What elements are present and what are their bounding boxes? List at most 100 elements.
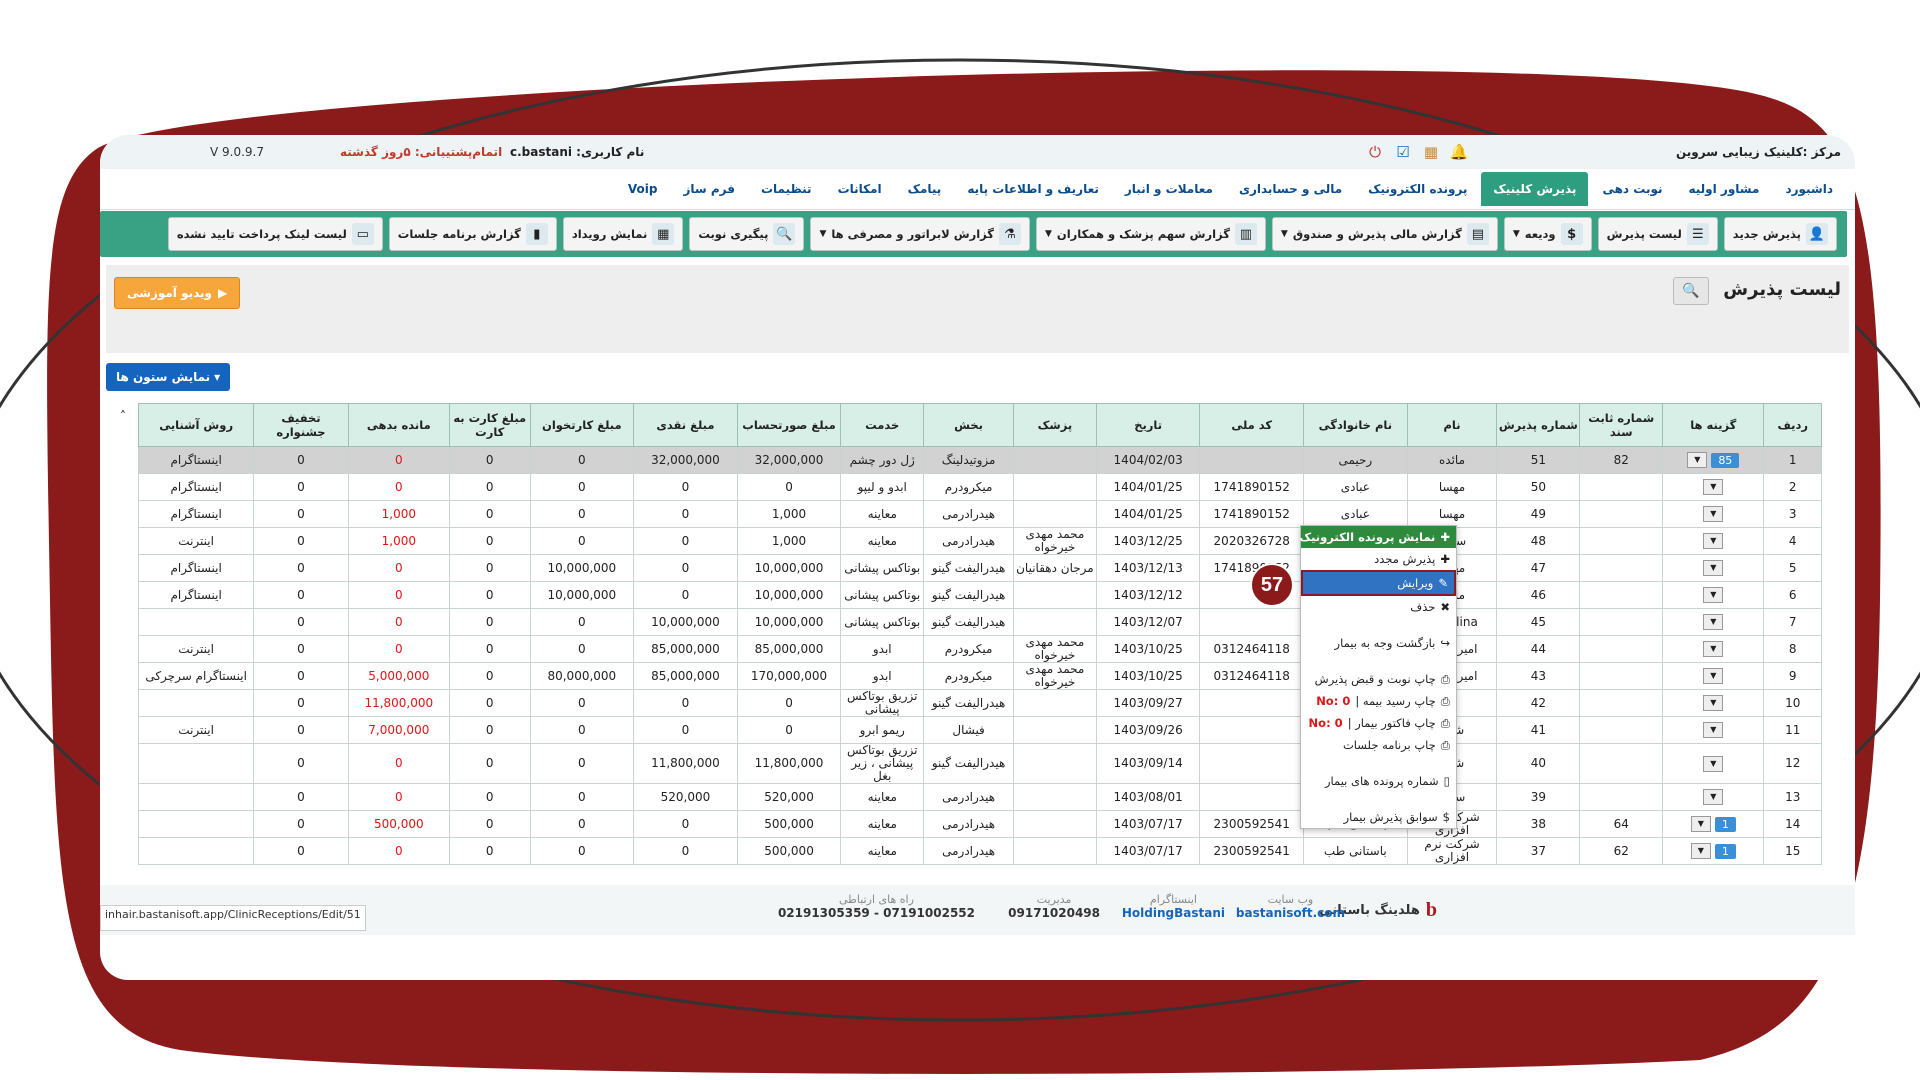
- column-header[interactable]: مبلغ صورتحساب: [736, 403, 842, 447]
- show-columns-button[interactable]: ▾ نمایش ستون ها: [106, 363, 231, 391]
- table-row[interactable]: 7▼45angelina1403/12/07هیدرالیفت گینوبوتا…: [137, 608, 1822, 636]
- column-header[interactable]: روش آشنایی: [137, 403, 255, 447]
- row-options[interactable]: ▼: [1665, 722, 1761, 738]
- row-options-dropdown-icon[interactable]: ▼: [1703, 755, 1724, 772]
- row-options[interactable]: ▼: [1665, 789, 1761, 805]
- row-options[interactable]: ▼: [1665, 479, 1761, 495]
- table-row[interactable]: 11▼41شیماسلیمی1403/09/26فیشالریمو ابرو00…: [137, 716, 1822, 744]
- menu-re-reception[interactable]: ✚ پذیرش مجدد: [1301, 548, 1456, 570]
- calendar-check-icon[interactable]: ☑: [1392, 141, 1414, 163]
- nav-definitions[interactable]: تعاریف و اطلاعات پایه: [955, 172, 1111, 206]
- instagram-link[interactable]: HoldingBastani: [1122, 906, 1225, 920]
- column-header[interactable]: نام خانوادگی: [1303, 403, 1408, 447]
- nav-finance[interactable]: مالی و حسابداری: [1227, 172, 1354, 206]
- row-options-dropdown-icon[interactable]: ▼: [1690, 816, 1711, 832]
- search-button[interactable]: 🔍: [1673, 277, 1709, 305]
- nav-clinic-reception[interactable]: پذیرش کلینیک: [1481, 172, 1589, 206]
- show-event-button[interactable]: ▦ نمایش رویداد: [562, 217, 684, 251]
- column-header[interactable]: مبلغ نقدی: [633, 403, 738, 447]
- menu-delete[interactable]: ✖ حذف: [1301, 596, 1456, 618]
- column-header[interactable]: ردیف: [1763, 403, 1822, 447]
- row-options[interactable]: 1 ▼: [1665, 843, 1761, 859]
- column-header[interactable]: تاریخ: [1095, 403, 1201, 447]
- table-row[interactable]: 2 ▼ 50 مهسا عبادی 1741890152 1404/01/25 میکرودر…: [137, 473, 1822, 501]
- row-options[interactable]: ▼: [1665, 755, 1761, 772]
- row-options-dropdown-icon[interactable]: ▼: [1703, 587, 1724, 603]
- column-header[interactable]: تخفیف جشنواره: [253, 403, 349, 447]
- power-icon[interactable]: ⏻: [1364, 141, 1386, 163]
- lab-report-button[interactable]: ⚗ گزارش لابراتور و مصرفی ها ▼: [810, 217, 1030, 251]
- menu-reception-history[interactable]: $ سوابق پذیرش بیمار: [1301, 806, 1456, 828]
- table-row[interactable]: 6▼46مائدهرحیمی1403/12/12هیدرالیفت گینوبو…: [137, 581, 1822, 609]
- table-row[interactable]: 1 85 ▼ 82 51 مائده رحیمی 1404/02/03 مزوتیدلینگ ژل…: [137, 446, 1822, 474]
- menu-record-numbers[interactable]: ▯ شماره پرونده های بیمار: [1301, 770, 1456, 792]
- nav-e-record[interactable]: پرونده الکترونیک: [1356, 172, 1479, 206]
- row-options[interactable]: 85 ▼: [1665, 452, 1761, 468]
- website-link[interactable]: bastanisoft.com: [1236, 906, 1345, 920]
- table-row[interactable]: 12▼40شیماسلیمی1403/09/14هیدرالیفت گینوتز…: [137, 743, 1822, 784]
- nav-features[interactable]: امکانات: [826, 172, 894, 206]
- calendar-icon[interactable]: ▦: [1420, 141, 1442, 163]
- row-badge[interactable]: 1: [1714, 843, 1736, 859]
- row-options-dropdown-icon[interactable]: ▼: [1703, 614, 1724, 630]
- row-options[interactable]: ▼: [1665, 668, 1761, 684]
- nav-dashboard[interactable]: داشبورد: [1773, 172, 1845, 206]
- row-options-dropdown-icon[interactable]: ▼: [1703, 668, 1724, 684]
- nav-voip[interactable]: Voip: [616, 172, 670, 206]
- row-options-dropdown-icon[interactable]: ▼: [1703, 789, 1724, 805]
- nav-consultant[interactable]: مشاور اولیه: [1676, 172, 1771, 206]
- finance-report-button[interactable]: ▤ گزارش مالی پذیرش و صندوق ▼: [1271, 217, 1498, 251]
- row-options[interactable]: ▼: [1665, 587, 1761, 603]
- row-options[interactable]: ▼: [1665, 695, 1761, 711]
- menu-show-e-record[interactable]: ✚ نمایش پرونده الکترونیک: [1299, 526, 1456, 548]
- menu-refund[interactable]: ↪ بازگشت وجه به بیمار: [1301, 632, 1456, 654]
- reception-list-button[interactable]: ☰ لیست پذیرش: [1597, 217, 1718, 251]
- column-header[interactable]: خدمت: [840, 403, 925, 447]
- column-header[interactable]: شماره ثابت سند: [1579, 403, 1664, 447]
- table-row[interactable]: 5▼47مهساعبادی17418901521403/12/13مرجان د…: [137, 554, 1822, 582]
- table-row[interactable]: 3 ▼ 49 مهسا عبادی 1741890152 1404/01/25 هیدرادر…: [137, 500, 1822, 528]
- table-row[interactable]: 13▼39سانازافراسیابی1403/08/01هیدرادرمیمع…: [137, 783, 1822, 811]
- column-header[interactable]: پزشک: [1012, 403, 1097, 447]
- table-row[interactable]: 10 ▼ 42 1403/09/27 هیدرالیفت گینو تزریق بوتاک…: [137, 689, 1822, 717]
- menu-edit[interactable]: ✎ ویرایش: [1301, 570, 1456, 596]
- row-options[interactable]: ▼: [1665, 506, 1761, 522]
- scroll-up-icon[interactable]: ˄: [120, 409, 126, 423]
- column-header[interactable]: بخش: [923, 403, 1014, 447]
- row-options[interactable]: ▼: [1665, 614, 1761, 630]
- row-options-dropdown-icon[interactable]: ▼: [1703, 695, 1724, 711]
- appointment-followup-button[interactable]: 🔍 پیگیری نوبت: [689, 217, 805, 251]
- column-header[interactable]: گزینه ها: [1662, 403, 1765, 447]
- column-header[interactable]: شماره پذیرش: [1496, 403, 1581, 447]
- column-header[interactable]: مبلغ کارت به کارت: [448, 403, 531, 447]
- new-reception-button[interactable]: 👤 پذیرش جدید: [1723, 217, 1837, 251]
- column-header[interactable]: نام: [1406, 403, 1498, 447]
- row-options-dropdown-icon[interactable]: ▼: [1703, 560, 1724, 576]
- nav-inventory[interactable]: معاملات و انبار: [1113, 172, 1225, 206]
- tutorial-video-button[interactable]: ▶ ویدیو آموزشی: [114, 277, 241, 309]
- nav-settings[interactable]: تنظیمات: [749, 172, 824, 206]
- table-row[interactable]: 15 1 ▼ 62 37 شرکت نرم افزاری باستانی طب 2300592…: [137, 837, 1822, 865]
- menu-print-sessions[interactable]: ⎙ چاپ برنامه جلسات: [1301, 734, 1456, 756]
- column-header[interactable]: کد ملی: [1199, 403, 1305, 447]
- menu-print-receipt[interactable]: ⎙ چاپ نوبت و قبض پذیرش: [1301, 668, 1456, 690]
- row-options[interactable]: ▼: [1665, 533, 1761, 549]
- row-badge[interactable]: 85: [1711, 452, 1740, 468]
- row-options-dropdown-icon[interactable]: ▼: [1703, 641, 1724, 657]
- menu-print-insurance[interactable]: ⎙ چاپ رسید بیمه | No: 0: [1301, 690, 1456, 712]
- row-options-dropdown-icon[interactable]: ▼: [1703, 479, 1724, 495]
- bell-icon[interactable]: 🔔: [1448, 141, 1470, 163]
- row-options-dropdown-icon[interactable]: ▼: [1703, 722, 1724, 738]
- row-options[interactable]: ▼: [1665, 641, 1761, 657]
- table-row[interactable]: 9▼43امیرحسینفلک دین03124641181403/10/25م…: [137, 662, 1822, 690]
- doctor-share-report-button[interactable]: ▥ گزارش سهم پزشک و همکاران ▼: [1035, 217, 1266, 251]
- row-options-dropdown-icon[interactable]: ▼: [1703, 533, 1724, 549]
- row-options[interactable]: ▼: [1665, 560, 1761, 576]
- table-row[interactable]: 4▼48سهیلشهرابی20203267281403/12/25محمد م…: [137, 527, 1822, 555]
- table-row[interactable]: 8▼44امیرحسینفلک دین03124641181403/10/25م…: [137, 635, 1822, 663]
- nav-form-builder[interactable]: فرم ساز: [671, 172, 747, 206]
- row-options-dropdown-icon[interactable]: ▼: [1687, 452, 1708, 468]
- row-badge[interactable]: 1: [1714, 816, 1736, 832]
- row-options-dropdown-icon[interactable]: ▼: [1690, 843, 1711, 859]
- menu-print-invoice[interactable]: ⎙ چاپ فاکتور بیمار | No: 0: [1301, 712, 1456, 734]
